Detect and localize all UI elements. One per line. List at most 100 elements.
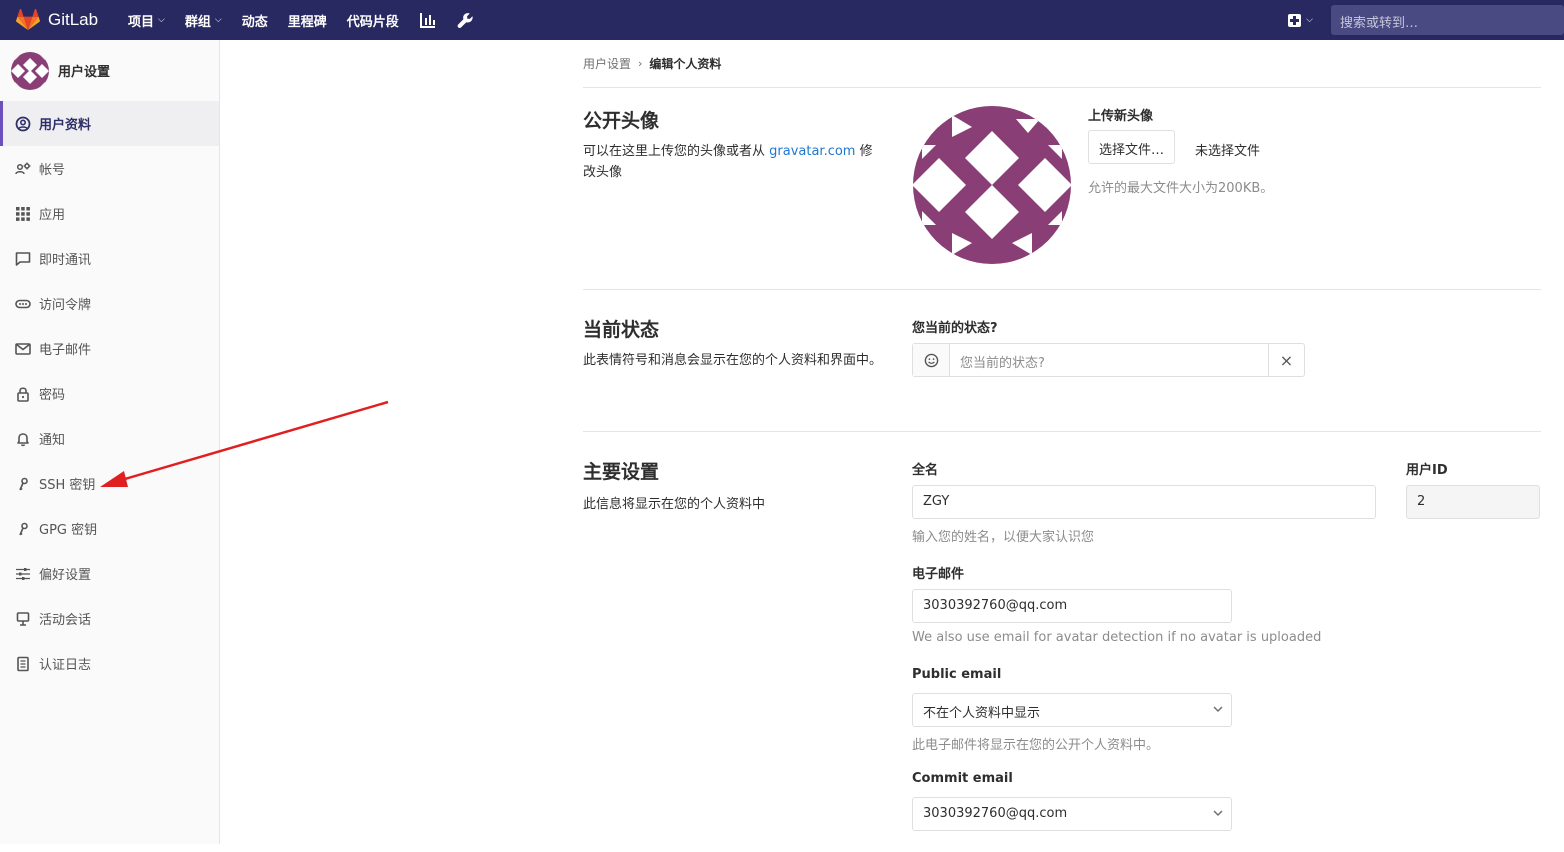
sidebar-item-label: 密码 [39,388,66,403]
chevron-down-icon [1213,810,1223,817]
main-nav: 项目 ⌵ 群组 ⌵ 动态 里程碑 代码片段 [128,11,495,30]
chevron-down-icon [1213,706,1223,713]
nav-milestones[interactable]: 里程碑 [288,11,327,30]
sidebar-item-ssh-keys[interactable]: SSH 密钥 [0,461,219,506]
nav-milestones-label: 里程碑 [287,14,327,30]
sidebar-item-account[interactable]: 帐号 [0,146,219,191]
log-icon [15,656,31,672]
sidebar-item-access-tokens[interactable]: 访问令牌 [0,281,219,326]
sidebar-item-label: 用户资料 [39,118,92,133]
sidebar-item-label: 应用 [39,208,66,223]
clear-status-button[interactable]: × [1268,344,1304,376]
status-input[interactable]: 您当前的状态? [950,344,1268,376]
public-email-value: 不在个人资料中显示 [923,706,1041,721]
sidebar-item-active-sessions[interactable]: 活动会话 [0,596,219,641]
nav-projects[interactable]: 项目 ⌵ [128,11,165,30]
nav-snippets[interactable]: 代码片段 [347,11,399,30]
sidebar-item-chat[interactable]: 即时通讯 [0,236,219,281]
sidebar-item-label: GPG 密钥 [39,523,98,538]
status-input-group: 您当前的状态? × [912,343,1305,377]
user-circle-icon [15,116,31,132]
search-input[interactable]: 搜索或转到… [1331,5,1564,35]
sliders-icon [15,566,31,582]
envelope-icon [15,341,31,357]
status-field-label: 您当前的状态? [912,321,998,336]
sidebar-item-gpg-keys[interactable]: GPG 密钥 [0,506,219,551]
sidebar-item-label: 访问令牌 [39,298,92,313]
breadcrumb: 用户设置 › 编辑个人资料 [583,40,1541,88]
public-email-select[interactable]: 不在个人资料中显示 [912,693,1232,727]
sidebar-item-label: 通知 [39,433,66,448]
commit-email-select[interactable]: 3030392760@qq.com [912,797,1232,831]
sidebar-item-password[interactable]: 密码 [0,371,219,416]
bell-icon [15,431,31,447]
main-content: 用户设置 › 编辑个人资料 公开头像 可以在这里上传您的头像或者从 gravat… [583,40,1541,852]
sidebar-item-preferences[interactable]: 偏好设置 [0,551,219,596]
avatar-section-intro: 公开头像 可以在这里上传您的头像或者从 gravatar.com 修改头像 [583,106,883,183]
commit-email-label: Commit email [912,771,1013,786]
nav-groups-label: 群组 [184,14,211,30]
userid-input: 2 [1406,485,1540,519]
sidebar-item-applications[interactable]: 应用 [0,191,219,236]
plus-icon [1288,13,1302,27]
sidebar-item-label: 即时通讯 [39,253,92,268]
token-icon [15,296,31,312]
settings-sidebar: 用户设置 用户资料 帐号 应用 即时通讯 访问令牌 电子邮件 密码 通知 SSH… [0,40,220,844]
wrench-icon[interactable] [457,11,475,29]
main-settings-title: 主要设置 [583,461,660,483]
avatar-section: 公开头像 可以在这里上传您的头像或者从 gravatar.com 修改头像 上传… [583,88,1541,290]
sidebar-item-label: 偏好设置 [39,568,92,583]
new-dropdown-button[interactable]: ⌵ [1288,13,1313,27]
avatar-section-title: 公开头像 [583,110,660,132]
sidebar-item-notifications[interactable]: 通知 [0,416,219,461]
account-icon [15,161,31,177]
userid-label: 用户ID [1406,463,1448,478]
main-settings-intro: 主要设置 此信息将显示在您的个人资料中 [583,457,883,515]
breadcrumb-parent[interactable]: 用户设置 [583,55,631,72]
sidebar-item-profile[interactable]: 用户资料 [0,101,219,146]
sidebar-item-label: SSH 密钥 [39,478,96,493]
nav-activity[interactable]: 动态 [242,11,268,30]
fullname-label: 全名 [912,463,939,478]
avatar-preview [913,106,1071,264]
breadcrumb-current[interactable]: 编辑个人资料 [649,55,721,72]
fullname-hint: 输入您的姓名，以便大家认识您 [912,530,1095,545]
smiley-icon [924,353,938,367]
choose-file-button[interactable]: 选择文件… [1088,130,1176,164]
max-size-hint: 允许的最大文件大小为200KB。 [1088,181,1274,196]
gitlab-logo[interactable]: GitLab [16,9,126,31]
email-hint: We also use email for avatar detection i… [912,630,1322,645]
sidebar-header[interactable]: 用户设置 [0,40,219,101]
emoji-button[interactable] [913,344,950,376]
chat-icon [15,251,31,267]
public-email-label: Public email [912,667,1002,682]
chevron-down-icon: ⌵ [1306,15,1313,25]
sidebar-item-auth-log[interactable]: 认证日志 [0,641,219,686]
email-label: 电子邮件 [912,567,965,582]
avatar-desc-text: 可以在这里上传您的头像或者从 [583,144,770,159]
status-section: 当前状态 此表情符号和消息会显示在您的个人资料和界面中。 您当前的状态? 您当前… [583,290,1541,432]
gitlab-fox-icon [16,9,40,30]
sidebar-item-emails[interactable]: 电子邮件 [0,326,219,371]
gravatar-link[interactable]: gravatar.com [769,144,855,159]
key-icon [15,521,31,537]
sidebar-item-label: 认证日志 [39,658,92,673]
avatar-section-desc: 可以在这里上传您的头像或者从 gravatar.com 修改头像 [583,141,883,183]
brand-name: GitLab [48,10,99,29]
key-icon [15,476,31,492]
nav-groups[interactable]: 群组 ⌵ [185,11,222,30]
main-settings-section: 主要设置 此信息将显示在您的个人资料中 全名 ZGY 输入您的姓名，以便大家认识… [583,432,1541,852]
nav-snippets-label: 代码片段 [346,14,399,30]
nav-activity-label: 动态 [241,14,268,30]
chart-icon[interactable] [419,11,437,29]
sidebar-item-label: 活动会话 [39,613,92,628]
sidebar-item-label: 电子邮件 [39,343,92,358]
no-file-selected: 未选择文件 [1195,144,1261,159]
close-icon: × [1279,350,1294,370]
chevron-down-icon: ⌵ [214,15,222,25]
lock-icon [15,386,31,402]
top-navbar: GitLab 项目 ⌵ 群组 ⌵ 动态 里程碑 代码片段 ⌵ 搜索或转到… [0,0,1564,40]
status-section-title: 当前状态 [583,319,660,341]
email-input[interactable]: 3030392760@qq.com [912,589,1232,623]
fullname-input[interactable]: ZGY [912,485,1376,519]
